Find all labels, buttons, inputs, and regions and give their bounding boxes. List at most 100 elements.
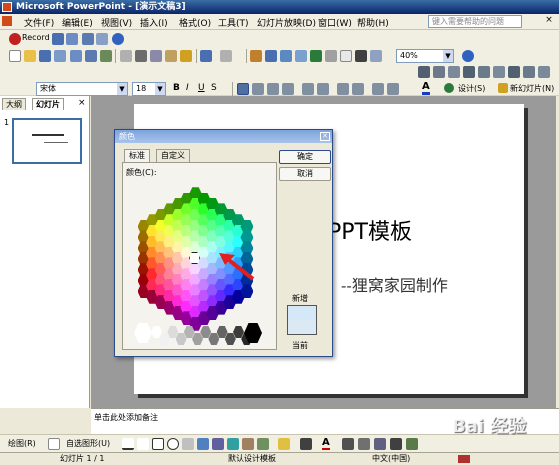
macro-icon[interactable] (52, 33, 64, 45)
align-left-icon[interactable] (237, 83, 249, 95)
chevron-down-icon[interactable]: ▼ (117, 83, 127, 95)
line-style-icon[interactable] (342, 438, 354, 450)
draw-menu[interactable]: 绘图(R) (8, 438, 36, 449)
document-icon[interactable] (96, 33, 108, 45)
print-preview-icon[interactable] (85, 50, 97, 62)
increase-font-icon[interactable] (337, 83, 349, 95)
fill-color-icon[interactable] (278, 438, 290, 450)
vertical-textbox-icon[interactable] (197, 438, 209, 450)
shadow-style-icon[interactable] (390, 438, 402, 450)
font-color-draw-button[interactable]: A (322, 437, 330, 450)
gray-cell[interactable] (159, 333, 171, 345)
copy-icon[interactable] (150, 50, 162, 62)
new-slide-button[interactable]: 新幻灯片(N) (510, 83, 554, 94)
gray-cell[interactable] (200, 326, 212, 338)
photo-icon[interactable] (66, 33, 78, 45)
record-icon[interactable] (9, 33, 21, 45)
shape-tool-icon[interactable] (508, 66, 520, 78)
shape-tool-icon[interactable] (538, 66, 550, 78)
tab-outline[interactable]: 大纲 (2, 98, 26, 110)
help-icon[interactable] (462, 50, 474, 62)
decrease-font-icon[interactable] (352, 83, 364, 95)
font-select[interactable]: 宋体 ▼ (36, 82, 128, 96)
bold-button[interactable]: B (173, 83, 180, 93)
research-icon[interactable] (120, 50, 132, 62)
increase-indent-icon[interactable] (387, 83, 399, 95)
expand-all-icon[interactable] (310, 50, 322, 62)
italic-button[interactable]: I (186, 83, 189, 93)
color-grayscale-icon[interactable] (355, 50, 367, 62)
align-right-icon[interactable] (267, 83, 279, 95)
justify-icon[interactable] (282, 83, 294, 95)
line-color-icon[interactable] (300, 438, 312, 450)
arrow-icon[interactable] (137, 438, 149, 450)
cancel-button[interactable]: 取消 (279, 167, 331, 181)
select-objects-icon[interactable] (48, 438, 60, 450)
shape-tool-icon[interactable] (493, 66, 505, 78)
gray-cell[interactable] (151, 326, 162, 338)
close-panel-icon[interactable]: × (78, 98, 86, 108)
tab-custom[interactable]: 自定义 (156, 149, 190, 162)
font-size-select[interactable]: 18 ▼ (132, 82, 166, 96)
show-grid-icon[interactable] (340, 50, 352, 62)
tables-borders-icon[interactable] (280, 50, 292, 62)
gray-cell[interactable] (192, 333, 203, 345)
shape-tool-icon[interactable] (478, 66, 490, 78)
3d-style-icon[interactable] (406, 438, 418, 450)
menu-edit[interactable]: 编辑(E) (62, 16, 93, 29)
ok-button[interactable]: 确定 (279, 150, 331, 164)
diagram-icon[interactable] (227, 438, 239, 450)
gray-cell[interactable] (208, 333, 220, 345)
menu-file[interactable]: 文件(F) (24, 16, 54, 29)
autoshapes-menu[interactable]: 自选图形(U) (66, 438, 110, 449)
shape-tool-icon[interactable] (433, 66, 445, 78)
gray-cell[interactable] (167, 326, 179, 338)
cut-icon[interactable] (135, 50, 147, 62)
white-cell[interactable] (134, 323, 152, 343)
chevron-down-icon[interactable]: ▼ (155, 83, 165, 95)
slide-thumbnail[interactable] (12, 118, 82, 164)
menu-view[interactable]: 视图(V) (101, 16, 132, 29)
zoom-select[interactable]: 40% ▼ (396, 49, 454, 63)
slide-subtitle[interactable]: --狸窝家园制作 (341, 272, 448, 296)
email-icon[interactable] (70, 50, 82, 62)
line-icon[interactable] (122, 438, 134, 450)
slide-layout-icon[interactable] (370, 50, 382, 62)
paste-icon[interactable] (165, 50, 177, 62)
shape-tool-icon[interactable] (463, 66, 475, 78)
picture-icon[interactable] (257, 438, 269, 450)
menu-slideshow[interactable]: 幻灯片放映(D) (257, 16, 316, 29)
print-icon[interactable] (82, 33, 94, 45)
menu-help[interactable]: 帮助(H) (357, 16, 389, 29)
underline-button[interactable]: U (198, 83, 205, 93)
gray-cell[interactable] (175, 333, 187, 345)
align-center-icon[interactable] (252, 83, 264, 95)
close-document-icon[interactable]: × (544, 16, 554, 26)
menu-insert[interactable]: 插入(I) (140, 16, 168, 29)
show-formatting-icon[interactable] (325, 50, 337, 62)
textbox-icon[interactable] (182, 438, 194, 450)
wordart-icon[interactable] (212, 438, 224, 450)
design-button[interactable]: 设计(S) (458, 83, 485, 94)
arrow-style-icon[interactable] (374, 438, 386, 450)
font-color-button[interactable]: A (422, 81, 430, 95)
dialog-close-icon[interactable]: ✕ (320, 132, 330, 141)
shape-tool-icon[interactable] (523, 66, 535, 78)
tab-standard[interactable]: 标准 (124, 149, 150, 162)
clipart-icon[interactable] (242, 438, 254, 450)
insert-chart-icon[interactable] (250, 50, 262, 62)
decrease-indent-icon[interactable] (372, 83, 384, 95)
insert-hyperlink-icon[interactable] (295, 50, 307, 62)
menu-window[interactable]: 窗口(W) (318, 16, 352, 29)
oval-icon[interactable] (167, 438, 179, 450)
tab-slides[interactable]: 幻灯片 (32, 98, 64, 110)
record-button[interactable]: Record (22, 33, 50, 42)
shape-tool-icon[interactable] (418, 66, 430, 78)
save-icon[interactable] (39, 50, 51, 62)
open-icon[interactable] (24, 50, 36, 62)
permission-icon[interactable] (54, 50, 66, 62)
app-menu-icon[interactable] (2, 16, 12, 26)
undo-icon[interactable] (200, 50, 212, 62)
insert-table-icon[interactable] (265, 50, 277, 62)
help-icon[interactable] (112, 33, 124, 45)
